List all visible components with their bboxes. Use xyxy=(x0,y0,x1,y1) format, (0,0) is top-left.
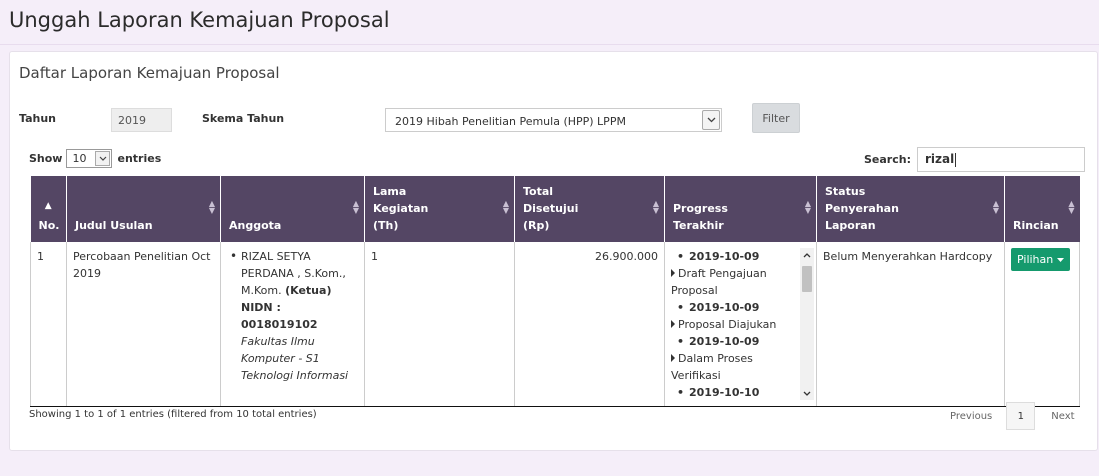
column-header-total[interactable]: Total Disetujui (Rp) ▲ ▼ xyxy=(514,176,665,242)
sort-icon: ▲ ▼ xyxy=(208,199,215,215)
title-divider xyxy=(0,44,1099,45)
previous-page-button[interactable]: Previous xyxy=(940,405,1002,428)
column-header-anggota[interactable]: Anggota ▲ ▼ xyxy=(220,176,365,242)
member-role: (Ketua) xyxy=(285,284,332,297)
cell-no: 1 xyxy=(30,242,67,407)
sort-icon: ▲ ▼ xyxy=(652,199,659,215)
member-fakultas: Fakultas Ilmu Komputer - S1 Teknologi In… xyxy=(241,335,349,382)
panel-title: Daftar Laporan Kemajuan Proposal xyxy=(19,64,280,82)
entries-length-value: 10 xyxy=(72,152,87,165)
sort-icon: ▲ ▼ xyxy=(502,199,509,215)
pagination: Previous 1 Next xyxy=(940,402,1087,430)
next-page-button[interactable]: Next xyxy=(1039,405,1086,428)
caret-right-icon xyxy=(671,320,675,328)
report-panel: Daftar Laporan Kemajuan Proposal Tahun 2… xyxy=(9,51,1098,451)
search-label: Search: xyxy=(864,153,911,166)
search-control: Search: rizal xyxy=(864,147,1085,172)
sort-icon: ▲ ▼ xyxy=(804,199,811,215)
search-input[interactable]: rizal xyxy=(916,147,1085,172)
column-header-no[interactable]: ▲ No. xyxy=(30,176,67,242)
tahun-label: Tahun xyxy=(19,112,57,125)
progress-date: 2019-10-09 xyxy=(677,248,794,265)
sort-ascending-icon: ▲ xyxy=(44,201,52,211)
entries-length-select[interactable]: 10 xyxy=(66,149,113,168)
progress-date: 2019-10-10 xyxy=(677,384,794,400)
column-header-lama[interactable]: Lama Kegiatan (Th) ▲ ▼ xyxy=(364,176,515,242)
column-header-status[interactable]: Status Penyerahan Laporan ▲ ▼ xyxy=(816,176,1005,242)
scroll-up-icon[interactable] xyxy=(800,248,814,262)
tahun-input[interactable]: 2019 xyxy=(111,108,172,132)
column-header-progress[interactable]: Progress Terakhir ▲ ▼ xyxy=(664,176,817,242)
progress-status: Proposal Diajukan xyxy=(671,316,794,333)
cell-judul: Percobaan Penelitian Oct 2019 xyxy=(66,242,221,407)
progress-status: Draft Pengajuan Proposal xyxy=(671,267,767,297)
caret-right-icon xyxy=(671,269,675,277)
cell-status-penyerahan: Belum Menyerahkan Hardcopy xyxy=(816,242,1005,407)
skema-selected-value: 2019 Hibah Penelitian Pemula (HPP) LPPM xyxy=(395,115,626,128)
search-input-value: rizal xyxy=(924,152,955,166)
progress-date: 2019-10-09 xyxy=(677,333,794,350)
progress-status: Dalam Proses Verifikasi xyxy=(671,352,753,382)
column-header-judul[interactable]: Judul Usulan ▲ ▼ xyxy=(66,176,221,242)
cell-progress: 2019-10-09 Draft Pengajuan Proposal 2019… xyxy=(664,242,817,407)
table-info: Showing 1 to 1 of 1 entries (filtered fr… xyxy=(29,409,317,420)
sort-icon: ▲ ▼ xyxy=(992,199,999,215)
caret-right-icon xyxy=(671,354,675,362)
caret-down-icon xyxy=(1057,257,1065,262)
column-header-rincian[interactable]: Rincian ▲ ▼ xyxy=(1004,176,1080,242)
chevron-down-icon[interactable] xyxy=(95,151,111,166)
scroll-down-icon[interactable] xyxy=(800,386,814,400)
member-item: RIZAL SETYA PERDANA , S.Kom., M.Kom. (Ke… xyxy=(227,248,358,384)
entries-label: entries xyxy=(117,152,162,165)
skema-select[interactable]: 2019 Hibah Penelitian Pemula (HPP) LPPM xyxy=(385,108,722,132)
cell-rincian: Pilihan xyxy=(1004,242,1080,407)
cell-lama: 1 xyxy=(364,242,515,407)
text-cursor xyxy=(955,152,957,167)
filter-button[interactable]: Filter xyxy=(752,103,800,133)
skema-label: Skema Tahun xyxy=(202,112,285,125)
show-label: Show xyxy=(29,152,63,165)
length-control: Show 10 entries xyxy=(29,149,161,168)
chevron-down-icon[interactable] xyxy=(702,110,720,130)
progress-date: 2019-10-09 xyxy=(677,299,794,316)
member-nidn: NIDN : 0018019102 xyxy=(241,301,318,331)
page-button-current[interactable]: 1 xyxy=(1006,402,1036,430)
progress-scroll-box[interactable]: 2019-10-09 Draft Pengajuan Proposal 2019… xyxy=(671,248,814,400)
cell-anggota: RIZAL SETYA PERDANA , S.Kom., M.Kom. (Ke… xyxy=(220,242,365,407)
progress-scrollbar[interactable] xyxy=(800,248,814,400)
table-row: 1 Percobaan Penelitian Oct 2019 RIZAL SE… xyxy=(30,242,1080,407)
table-header-row: ▲ No. Judul Usulan ▲ ▼ Anggota ▲ ▼ Lama Ke… xyxy=(30,176,1080,242)
sort-icon: ▲ ▼ xyxy=(1068,199,1075,215)
sort-icon: ▲ ▼ xyxy=(352,199,359,215)
cell-total: 26.900.000 xyxy=(514,242,665,407)
scrollbar-thumb[interactable] xyxy=(802,266,812,292)
page-title: Unggah Laporan Kemajuan Proposal xyxy=(9,8,390,32)
proposal-table: ▲ No. Judul Usulan ▲ ▼ Anggota ▲ ▼ Lama Ke… xyxy=(30,176,1080,407)
pilihan-dropdown-button[interactable]: Pilihan xyxy=(1011,248,1071,271)
